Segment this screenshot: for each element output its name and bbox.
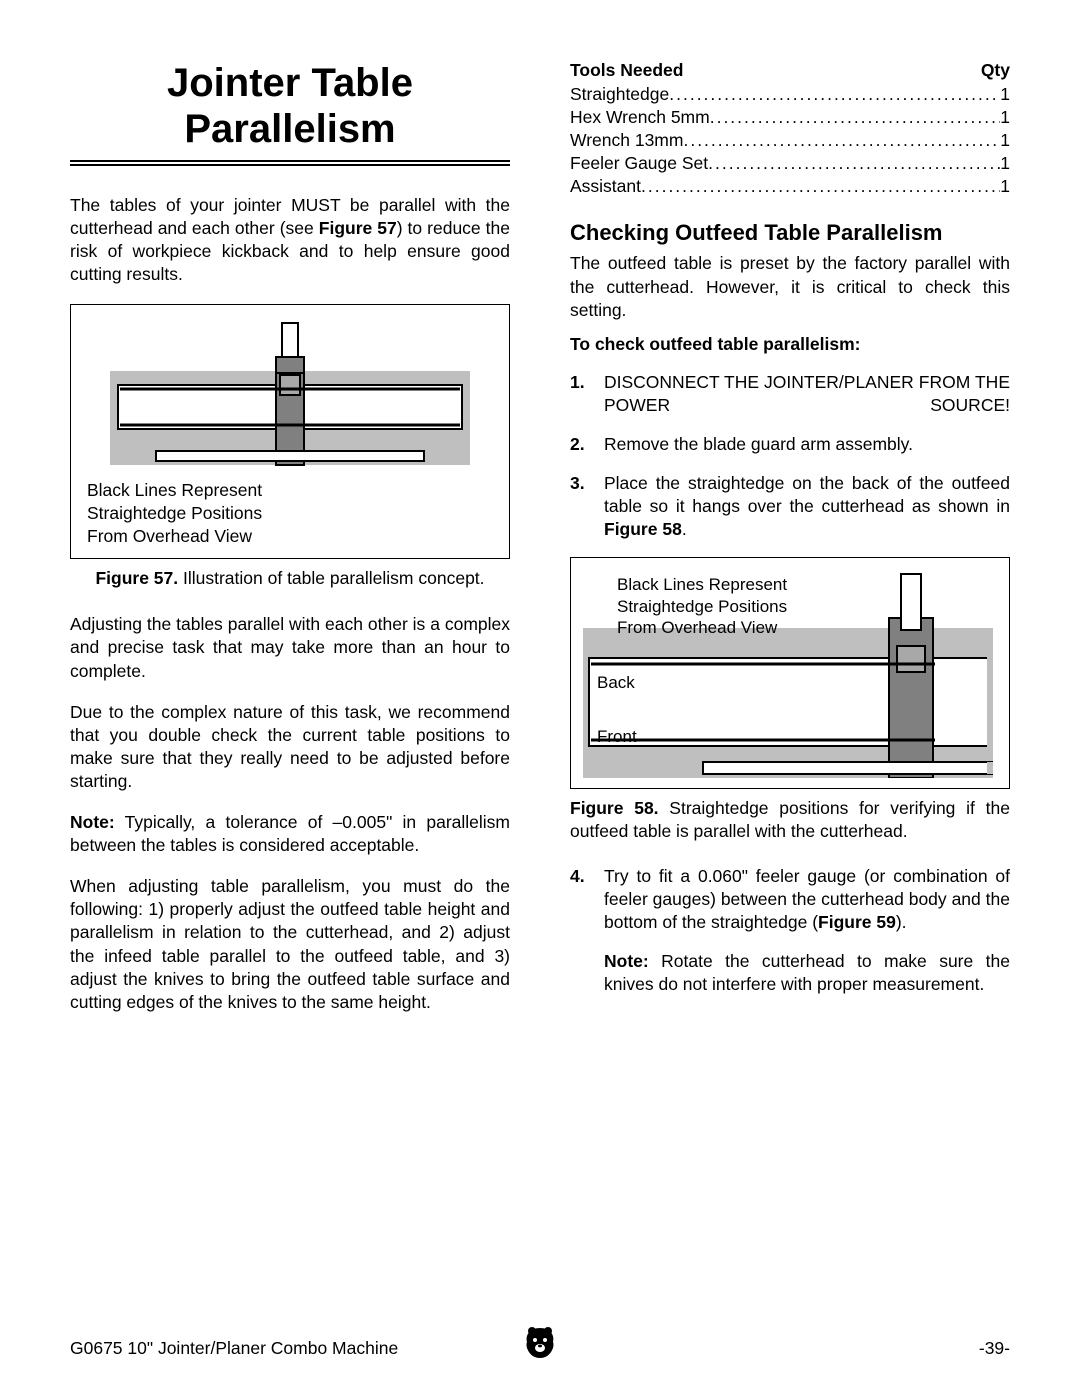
title-line1: Jointer Table bbox=[167, 61, 413, 105]
figure-58-back-label: Back bbox=[597, 672, 635, 694]
tools-header: Tools Needed bbox=[570, 60, 683, 81]
tool-row: Feeler Gauge Set1 bbox=[570, 152, 1010, 175]
figure-58-caption: Figure 58. Straightedge positions for ve… bbox=[570, 797, 1010, 843]
step-2: 2. Remove the blade guard arm assembly. bbox=[570, 433, 1010, 456]
tool-row: Wrench 13mm1 bbox=[570, 129, 1010, 152]
steps-list: 1. DISCONNECT THE JOINTER/PLANER FROM TH… bbox=[570, 371, 1010, 542]
figure-57-box: Black Lines Represent Straightedge Posit… bbox=[70, 304, 510, 558]
intro-paragraph: The tables of your jointer MUST be paral… bbox=[70, 194, 510, 286]
section-sub: The outfeed table is preset by the facto… bbox=[570, 252, 1010, 321]
footer-left: G0675 10" Jointer/Planer Combo Machine bbox=[70, 1338, 398, 1359]
tools-needed-block: Tools Needed Qty Straightedge1 Hex Wrenc… bbox=[570, 60, 1010, 198]
paragraph-2: Adjusting the tables parallel with each … bbox=[70, 613, 510, 682]
tool-row: Hex Wrench 5mm1 bbox=[570, 106, 1010, 129]
footer-right: -39- bbox=[979, 1338, 1010, 1359]
steps-list-2: 4. Try to fit a 0.060" feeler gauge (or … bbox=[570, 865, 1010, 934]
paragraph-5: When adjusting table parallelism, you mu… bbox=[70, 875, 510, 1014]
tool-row: Assistant1 bbox=[570, 175, 1010, 198]
bear-logo-icon bbox=[521, 1324, 559, 1367]
figure-58-label: Black Lines Represent Straightedge Posit… bbox=[617, 574, 787, 638]
paragraph-4: Note: Typically, a tolerance of –0.005" … bbox=[70, 811, 510, 857]
paragraph-3: Due to the complex nature of this task, … bbox=[70, 701, 510, 793]
step-4-note: Note: Rotate the cutterhead to make sure… bbox=[604, 950, 1010, 996]
title-rule bbox=[70, 160, 510, 166]
section-heading: Checking Outfeed Table Parallelism bbox=[570, 220, 1010, 246]
page-title: Jointer Table Parallelism bbox=[70, 60, 510, 152]
check-heading: To check outfeed table parallelism: bbox=[570, 334, 1010, 355]
figure-58-box: Black Lines Represent Straightedge Posit… bbox=[570, 557, 1010, 789]
figure-57-caption: Figure 57. Illustration of table paralle… bbox=[70, 567, 510, 590]
tool-row: Straightedge1 bbox=[570, 83, 1010, 106]
figure-58-front-label: Front bbox=[597, 726, 637, 748]
figure-57-diagram bbox=[110, 319, 470, 469]
step-4: 4. Try to fit a 0.060" feeler gauge (or … bbox=[570, 865, 1010, 934]
qty-header: Qty bbox=[981, 60, 1010, 81]
step-1: 1. DISCONNECT THE JOINTER/PLANER FROM TH… bbox=[570, 371, 1010, 417]
figure-57-label: Black Lines Represent Straightedge Posit… bbox=[87, 479, 493, 547]
title-line2: Parallelism bbox=[184, 107, 395, 151]
step-3: 3. Place the straightedge on the back of… bbox=[570, 472, 1010, 541]
